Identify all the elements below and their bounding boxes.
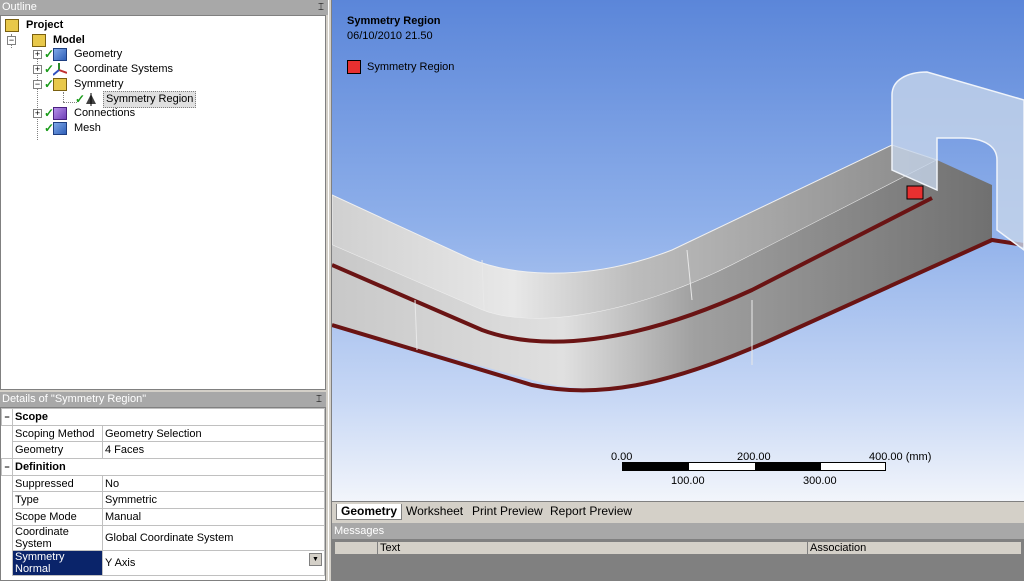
- property-label: Symmetry Normal: [12, 549, 103, 576]
- project-icon: [5, 19, 19, 32]
- group-label: Definition: [12, 458, 325, 476]
- pin-icon[interactable]: ⌶: [316, 392, 322, 407]
- check-icon: ✓: [44, 77, 55, 91]
- tree-item-project[interactable]: Project: [5, 18, 65, 33]
- view-tabs: Geometry Worksheet Print Preview Report …: [332, 501, 1024, 521]
- expand-icon[interactable]: +: [33, 109, 42, 118]
- model-icon: [32, 34, 46, 47]
- pin-icon[interactable]: ⌶: [318, 0, 324, 15]
- property-label: Scoping Method: [12, 424, 103, 443]
- property-value[interactable]: Manual: [102, 508, 325, 526]
- details-header: Details of "Symmetry Region" ⌶: [0, 392, 326, 407]
- connections-icon: [53, 107, 67, 120]
- check-icon: ✓: [44, 47, 55, 61]
- property-row[interactable]: Scope Mode Manual: [2, 508, 325, 526]
- tree-label: Coordinate Systems: [74, 63, 174, 75]
- tree-item-model[interactable]: − Model: [7, 33, 87, 48]
- mesh-icon: [53, 122, 67, 135]
- scale-label: 300.00: [803, 475, 837, 487]
- legend-swatch: [347, 60, 361, 74]
- outline-header: Outline ⌶: [0, 0, 328, 15]
- property-row[interactable]: Suppressed No: [2, 474, 325, 493]
- collapse-icon[interactable]: −: [7, 36, 16, 45]
- symmetry-icon: [53, 78, 67, 91]
- check-icon: ✓: [75, 92, 86, 106]
- tree-item-connections[interactable]: + ✓ Connections: [33, 106, 137, 121]
- expand-icon[interactable]: +: [33, 65, 42, 74]
- tree-label: Connections: [74, 107, 136, 119]
- tree-item-mesh[interactable]: ✓ Mesh: [44, 121, 103, 136]
- group-label: Scope: [12, 408, 325, 426]
- details-grid: − Scope Scoping Method Geometry Selectio…: [0, 407, 326, 581]
- property-value[interactable]: No: [102, 474, 325, 493]
- tree-label: Model: [53, 34, 85, 46]
- property-row[interactable]: Coordinate System Global Coordinate Syst…: [2, 524, 325, 551]
- tab-worksheet[interactable]: Worksheet: [402, 504, 467, 520]
- symmetry-plane-icon: [84, 93, 98, 106]
- tab-geometry[interactable]: Geometry: [336, 504, 403, 520]
- graphics-viewport[interactable]: Symmetry Region 06/10/2010 21.50 Symmetr…: [332, 0, 1024, 501]
- property-value[interactable]: Symmetric: [102, 491, 325, 510]
- tab-report-preview[interactable]: Report Preview: [546, 504, 636, 520]
- coordinate-axes-icon: [52, 63, 68, 76]
- legend-label: Symmetry Region: [367, 61, 455, 73]
- viewport-title: Symmetry Region: [347, 15, 441, 27]
- symmetry-normal-select[interactable]: Y Axis ▼: [102, 549, 325, 576]
- outline-tree: Project − Model + ✓ Geometry + ✓ Coordin…: [0, 15, 326, 390]
- expand-icon[interactable]: +: [33, 50, 42, 59]
- dropdown-arrow-icon[interactable]: ▼: [309, 552, 322, 566]
- group-definition[interactable]: − Definition: [1, 458, 325, 476]
- details-title: Details of "Symmetry Region": [2, 393, 147, 405]
- scale-label: 100.00: [671, 475, 705, 487]
- tree-label: Geometry: [74, 48, 123, 60]
- collapse-icon[interactable]: −: [1, 458, 13, 476]
- property-value[interactable]: Geometry Selection: [102, 424, 325, 443]
- messages-columns: Text Association: [334, 541, 1022, 555]
- collapse-icon[interactable]: −: [33, 80, 42, 89]
- messages-title: Messages: [332, 523, 1024, 539]
- property-label: Scope Mode: [12, 508, 103, 526]
- property-label: Coordinate System: [12, 524, 103, 551]
- tab-print-preview[interactable]: Print Preview: [468, 504, 547, 520]
- model-render[interactable]: [332, 0, 1024, 501]
- property-value[interactable]: Global Coordinate System: [102, 524, 325, 551]
- tree-item-coordinate-systems[interactable]: + ✓ Coordinate Systems: [33, 62, 175, 77]
- left-panel: Outline ⌶ Project − Model + ✓ Geometry +…: [0, 0, 328, 581]
- outline-title: Outline: [2, 1, 37, 13]
- messages-panel: Messages Text Association: [332, 523, 1024, 581]
- property-row[interactable]: Scoping Method Geometry Selection: [2, 424, 325, 443]
- property-label: Geometry: [12, 441, 103, 460]
- tree-label: Mesh: [74, 122, 101, 134]
- property-row[interactable]: Geometry 4 Faces: [2, 441, 325, 460]
- check-icon: ✓: [44, 121, 55, 135]
- property-label: Suppressed: [12, 474, 103, 493]
- property-value: Y Axis: [105, 556, 136, 569]
- collapse-icon[interactable]: −: [1, 408, 13, 426]
- geometry-icon: [53, 48, 67, 61]
- tree-item-symmetry[interactable]: − ✓ Symmetry: [33, 77, 126, 92]
- tree-item-symmetry-region[interactable]: ✓ Symmetry Region: [75, 91, 197, 108]
- property-value[interactable]: 4 Faces: [102, 441, 325, 460]
- scale-bar-frame: [622, 462, 886, 471]
- column-header-association[interactable]: Association: [807, 542, 1021, 555]
- viewport-date: 06/10/2010 21.50: [347, 30, 433, 42]
- tree-item-geometry[interactable]: + ✓ Geometry: [33, 47, 124, 62]
- check-icon: ✓: [44, 106, 55, 120]
- tree-label: Project: [26, 19, 64, 31]
- group-scope[interactable]: − Scope: [1, 408, 325, 426]
- property-row-selected[interactable]: Symmetry Normal Y Axis ▼: [2, 549, 325, 576]
- check-icon: ✓: [44, 62, 55, 76]
- property-row[interactable]: Type Symmetric: [2, 491, 325, 510]
- column-header-text[interactable]: Text: [377, 542, 807, 555]
- tree-label: Symmetry: [74, 78, 124, 90]
- property-label: Type: [12, 491, 103, 510]
